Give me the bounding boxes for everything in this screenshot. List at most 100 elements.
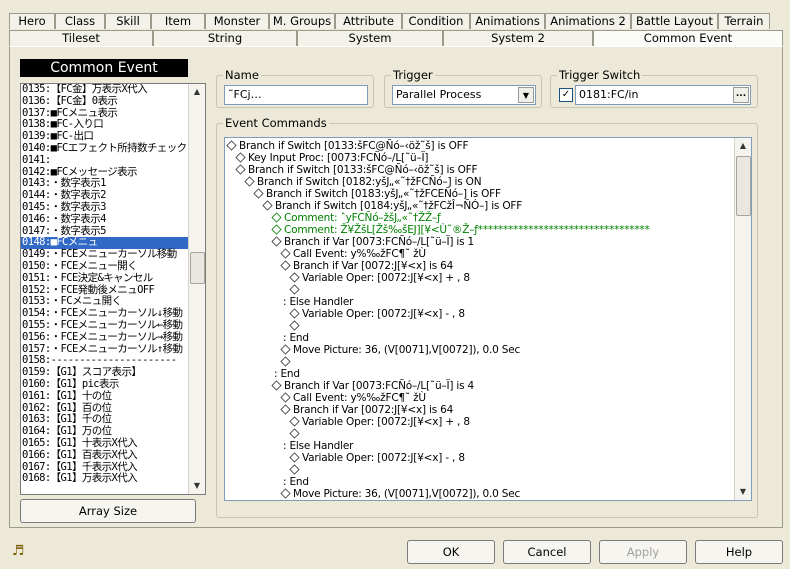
command-line[interactable]: : End xyxy=(227,476,751,488)
list-item[interactable]: 0165:【G1】十表示X代入 xyxy=(21,437,205,450)
command-line[interactable] xyxy=(227,320,751,332)
command-line[interactable]: : Else Handler xyxy=(227,440,751,452)
tab-battle-layout[interactable]: Battle Layout xyxy=(631,13,718,29)
tab-tileset[interactable]: Tileset xyxy=(9,30,153,46)
diamond-icon xyxy=(271,212,282,223)
common-event-list-panel: Common Event 0135:【FC金】万表示X代入 0136:【FC金】0… xyxy=(12,53,206,526)
top-tab-row: Hero Class Skill Item Monster M. Groups … xyxy=(9,13,770,29)
tab-string[interactable]: String xyxy=(153,30,297,46)
command-line[interactable]: Branch if Switch [0182:yšJ„«˜†žFCÑó–] is… xyxy=(227,176,751,188)
list-item[interactable]: 0161:【G1】十の位 xyxy=(21,390,205,403)
command-line[interactable]: Branch if Var [0072:J[¥<x] is 64 xyxy=(227,260,751,272)
list-item[interactable]: 0145:・数字表示3 xyxy=(21,201,205,214)
command-line[interactable]: Move Picture: 36, (V[0071],V[0072]), 0.0… xyxy=(227,344,751,356)
scroll-up-icon[interactable]: ▲ xyxy=(735,138,751,154)
event-commands-list[interactable]: Branch if Switch [0133:šFC@Ñó–‹öž˜š] is … xyxy=(224,137,752,501)
command-line[interactable]: Variable Oper: [0072:J[¥<x] - , 8 xyxy=(227,308,751,320)
command-line[interactable]: : End xyxy=(227,332,751,344)
command-line[interactable]: Variable Oper: [0072:J[¥<x] + , 8 xyxy=(227,416,751,428)
command-line[interactable]: : End xyxy=(227,368,751,380)
command-text: Branch if Switch [0133:šFC@Ñó–‹öž˜š] is … xyxy=(239,140,469,152)
list-item[interactable]: 0168:【G1】万表示X代入 xyxy=(21,472,205,485)
list-title: Common Event xyxy=(20,59,188,77)
list-item[interactable]: 0166:【G1】百表示X代入 xyxy=(21,449,205,462)
command-line[interactable]: Variable Oper: [0072:J[¥<x] - , 8 xyxy=(227,452,751,464)
chevron-down-icon[interactable]: ▼ xyxy=(518,87,534,103)
name-input[interactable]: ˜FCj… xyxy=(224,85,368,105)
tab-skill[interactable]: Skill xyxy=(105,13,151,29)
common-event-listbox[interactable]: 0135:【FC金】万表示X代入 0136:【FC金】0表示 0137:■FCメニュ… xyxy=(20,83,206,495)
tab-system[interactable]: System xyxy=(297,30,443,46)
tab-class[interactable]: Class xyxy=(55,13,105,29)
command-line[interactable]: Move Picture: 36, (V[0071],V[0072]), 0.0… xyxy=(227,488,751,500)
command-text: Branch if Switch [0184:yšJ„«˜†žFCžÎ¬ÑÓ–]… xyxy=(275,200,523,212)
tab-animations[interactable]: Animations xyxy=(470,13,545,29)
tab-item[interactable]: Item xyxy=(151,13,205,29)
list-item[interactable]: 0146:・数字表示4 xyxy=(21,213,205,226)
command-line[interactable] xyxy=(227,428,751,440)
tab-hero[interactable]: Hero xyxy=(9,13,55,29)
list-item[interactable]: 0160:【G1】pic表示 xyxy=(21,378,205,391)
ok-button[interactable]: OK xyxy=(407,540,495,564)
command-line[interactable] xyxy=(227,284,751,296)
command-line[interactable]: Key Input Proc: [0073:FCÑó–/L[˜ü–Ï] xyxy=(227,152,751,164)
cancel-button[interactable]: Cancel xyxy=(503,540,591,564)
scroll-up-icon[interactable]: ▲ xyxy=(189,84,205,100)
command-line[interactable]: Call Event: y%‰žFC¶˜ žÙ xyxy=(227,392,751,404)
commands-scroll-thumb[interactable] xyxy=(736,156,751,216)
list-item[interactable]: 0155:・FCEメニューカーソル←移動 xyxy=(21,319,205,332)
command-line[interactable]: Variable Oper: [0072:J[¥<x] + , 8 xyxy=(227,272,751,284)
diamond-icon xyxy=(280,248,291,259)
command-line[interactable]: Branch if Var [0072:J[¥<x] is 64 xyxy=(227,404,751,416)
command-text: Branch if Switch [0182:yšJ„«˜†žFCÑó–] is… xyxy=(257,176,482,188)
command-line[interactable]: Branch if Switch [0133:šFC@Ñó–‹öž˜š] is … xyxy=(226,140,751,152)
commands-scrollbar[interactable]: ▲ ▼ xyxy=(734,138,751,500)
trigger-switch-field[interactable]: 0181:FC/in ... xyxy=(575,85,751,105)
diamond-icon xyxy=(280,356,291,367)
list-item[interactable]: 0156:・FCEメニューカーソル→移動 xyxy=(21,331,205,344)
command-line[interactable]: Comment: Ž¥ŽšL[Žš‰šEJ][¥<Ù˜®Ž–ƒ*********… xyxy=(227,224,751,236)
command-line[interactable]: Call Event: y%‰žFC¶˜ žÙ xyxy=(227,248,751,260)
tab-system-2[interactable]: System 2 xyxy=(443,30,593,46)
list-scrollbar[interactable]: ▲ ▼ xyxy=(188,84,205,494)
command-text: : Else Handler xyxy=(283,440,354,452)
music-note-icon[interactable]: ♬ xyxy=(12,543,25,559)
list-scroll-thumb[interactable] xyxy=(190,252,205,284)
tab-common-event[interactable]: Common Event xyxy=(593,30,783,47)
scroll-down-icon[interactable]: ▼ xyxy=(735,484,751,500)
tab-animations-2[interactable]: Animations 2 xyxy=(545,13,631,29)
diamond-icon xyxy=(289,284,300,295)
tab-attribute[interactable]: Attribute xyxy=(335,13,402,29)
tab-condition[interactable]: Condition xyxy=(402,13,470,29)
command-line[interactable]: Branch if Var [0073:FCÑó–/L[˜ü–Ï] is 4 xyxy=(227,380,751,392)
list-item[interactable]: 0141: xyxy=(21,154,205,167)
list-item[interactable]: 0140:■FCエフェクト所持数チェック xyxy=(21,142,205,155)
help-button[interactable]: Help xyxy=(695,540,783,564)
diamond-icon xyxy=(271,236,282,247)
command-line[interactable]: Comment: ˆyFCÑó–žšJ„«˜†ŽŽ–ƒ xyxy=(227,212,751,224)
trigger-select[interactable]: Parallel Process ▼ xyxy=(392,85,536,105)
command-line[interactable]: Branch if Switch [0133:šFC@Ñó–‹öž˜š] is … xyxy=(227,164,751,176)
list-item[interactable]: 0136:【FC金】0表示 xyxy=(21,95,205,108)
diamond-icon xyxy=(289,272,300,283)
command-line[interactable]: : Else Handler xyxy=(227,296,751,308)
tab-m-groups[interactable]: M. Groups xyxy=(269,13,335,29)
trigger-switch-checkbox[interactable]: ✓ xyxy=(559,88,573,102)
apply-button[interactable]: Apply xyxy=(599,540,687,564)
command-line[interactable]: Branch if Switch [0184:yšJ„«˜†žFCžÎ¬ÑÓ–]… xyxy=(227,200,751,212)
scroll-down-icon[interactable]: ▼ xyxy=(189,478,205,494)
tab-terrain[interactable]: Terrain xyxy=(718,13,770,29)
diamond-icon xyxy=(280,260,291,271)
command-line[interactable] xyxy=(227,464,751,476)
browse-button[interactable]: ... xyxy=(733,87,749,103)
array-size-button[interactable]: Array Size xyxy=(20,499,196,523)
list-item[interactable]: 0150:・FCEメニュー開く xyxy=(21,260,205,273)
command-text: : End xyxy=(283,476,309,488)
list-item[interactable]: 0151:・FCE決定&キャンセル xyxy=(21,272,205,285)
tab-monster[interactable]: Monster xyxy=(205,13,269,29)
trigger-value: Parallel Process xyxy=(396,88,482,101)
diamond-icon xyxy=(280,404,291,415)
command-line[interactable]: Branch if Var [0073:FCÑó–/L[˜ü–Ï] is 1 xyxy=(227,236,751,248)
command-line[interactable] xyxy=(227,356,751,368)
command-line[interactable]: Branch if Switch [0183:yšJ„«˜†žFCEÑó–] i… xyxy=(227,188,751,200)
